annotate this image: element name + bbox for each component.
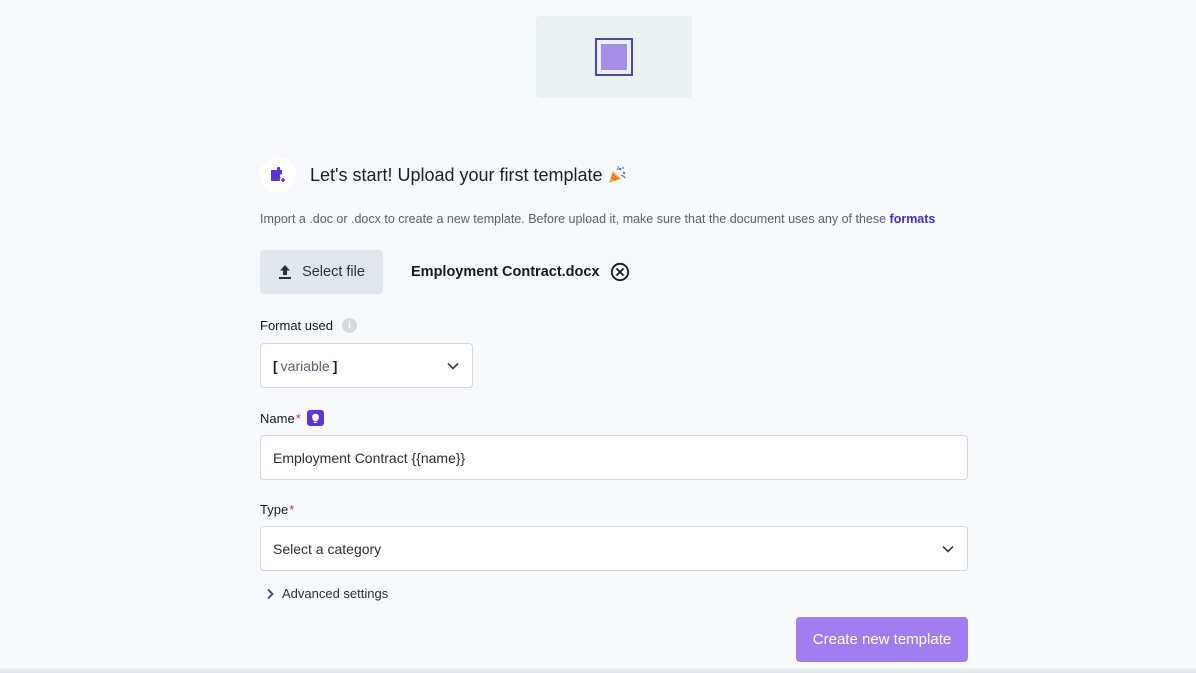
bottom-shadow [0, 668, 1196, 673]
create-template-button[interactable]: Create new template [796, 617, 968, 662]
category-select[interactable]: Select a category [260, 526, 968, 571]
chevron-right-icon [266, 588, 274, 600]
select-file-label: Select file [302, 264, 365, 280]
format-variable-word: variable [280, 357, 330, 374]
chevron-down-icon [446, 361, 460, 371]
type-label: Type [260, 502, 289, 517]
format-select[interactable]: [variable] [260, 343, 473, 388]
format-close-bracket: ] [332, 357, 338, 374]
hero-illustration [536, 16, 692, 98]
info-icon[interactable]: i [341, 318, 357, 333]
template-add-icon [260, 157, 296, 193]
lightbulb-icon[interactable] [306, 410, 324, 426]
remove-file-icon[interactable] [610, 262, 630, 282]
name-input-value: Employment Contract {{name}} [273, 449, 466, 466]
format-label: Format used [260, 318, 333, 333]
upload-icon [278, 264, 292, 280]
select-file-button[interactable]: Select file [260, 250, 383, 294]
formats-link[interactable]: formats [890, 212, 936, 226]
instructions-text: Import a .doc or .docx to create a new t… [260, 212, 890, 226]
page: Let's start! Upload your first template … [0, 0, 1196, 673]
name-label: Name [260, 410, 295, 426]
advanced-settings-label: Advanced settings [282, 586, 389, 601]
upload-header: Let's start! Upload your first template [260, 157, 627, 193]
upload-instructions: Import a .doc or .docx to create a new t… [260, 212, 935, 226]
required-mark: * [289, 502, 295, 517]
required-mark: * [295, 410, 301, 426]
format-open-bracket: [ [273, 357, 278, 374]
name-input[interactable]: Employment Contract {{name}} [260, 435, 968, 480]
type-label-row: Type * [260, 502, 294, 517]
name-label-row: Name * [260, 410, 324, 426]
party-popper-icon [607, 165, 627, 185]
hero-frame [595, 38, 633, 76]
category-placeholder: Select a category [273, 540, 382, 557]
page-title: Let's start! Upload your first template [310, 164, 603, 185]
advanced-settings-toggle[interactable]: Advanced settings [266, 586, 388, 601]
format-select-value: [variable] [273, 358, 337, 374]
chevron-down-icon [941, 544, 955, 554]
upload-row: Select file Employment Contract.docx [260, 250, 630, 294]
selected-file-name: Employment Contract.docx [411, 264, 600, 280]
hero-square [601, 44, 627, 70]
format-label-row: Format used i [260, 318, 357, 333]
